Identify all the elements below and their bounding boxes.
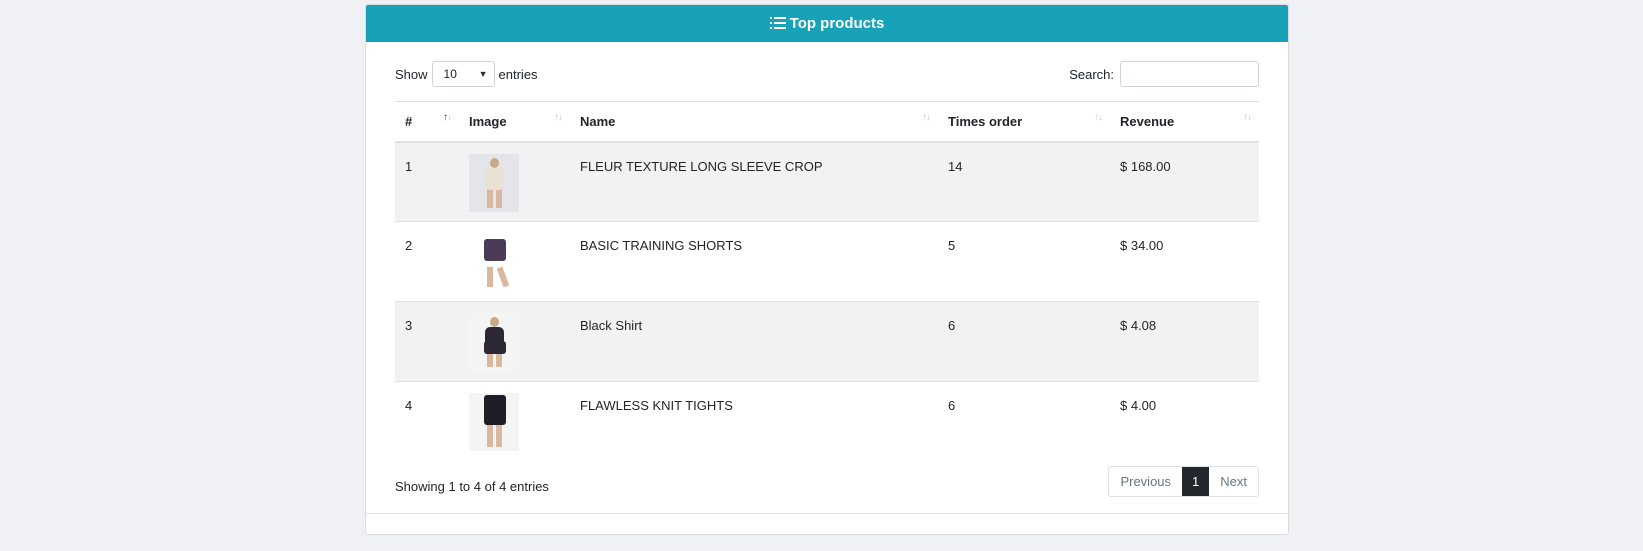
- cell-revenue: $ 4.08: [1110, 301, 1259, 382]
- cell-name: Black Shirt: [570, 301, 938, 382]
- show-label: Show: [395, 66, 428, 82]
- product-image: [469, 233, 519, 291]
- table-header-row: # ↑↓ Image ↑↓ Name ↑↓ Times order ↑↓ Rev…: [395, 101, 1259, 143]
- cell-name: BASIC TRAINING SHORTS: [570, 221, 938, 302]
- cell-times-order: 5: [938, 221, 1110, 302]
- cell-number: 2: [395, 221, 459, 302]
- cell-times-order: 6: [938, 381, 1110, 462]
- search-input[interactable]: [1120, 61, 1259, 87]
- column-header-name[interactable]: Name ↑↓: [570, 101, 938, 143]
- top-products-card: Top products Show 10 ▼ entries Search: #…: [365, 4, 1289, 535]
- card-title: Top products: [789, 15, 885, 32]
- column-header-number[interactable]: # ↑↓: [395, 101, 459, 143]
- column-header-image[interactable]: Image ↑↓: [459, 101, 570, 143]
- sort-asc-icon: ↑↓: [443, 112, 452, 123]
- cell-revenue: $ 4.00: [1110, 381, 1259, 462]
- caret-down-icon: ▼: [478, 69, 488, 79]
- cell-revenue: $ 34.00: [1110, 221, 1259, 302]
- table-row: 3 Black Shirt 6 $ 4.08: [395, 301, 1259, 382]
- pagination: Previous 1 Next: [1108, 466, 1259, 497]
- cell-revenue: $ 168.00: [1110, 141, 1259, 222]
- cell-times-order: 6: [938, 301, 1110, 382]
- cell-name: FLEUR TEXTURE LONG SLEEVE CROP: [570, 141, 938, 222]
- table-info: Showing 1 to 4 of 4 entries: [395, 479, 549, 494]
- column-header-revenue[interactable]: Revenue ↑↓: [1110, 101, 1259, 143]
- sort-icon: ↑↓: [1094, 112, 1103, 123]
- cell-name: FLAWLESS KNIT TIGHTS: [570, 381, 938, 462]
- product-image: [469, 313, 519, 371]
- column-header-times-order[interactable]: Times order ↑↓: [938, 101, 1110, 143]
- next-page-button[interactable]: Next: [1209, 467, 1258, 496]
- cell-times-order: 14: [938, 141, 1110, 222]
- cell-number: 4: [395, 381, 459, 462]
- sort-icon: ↑↓: [554, 112, 563, 123]
- search-control: Search:: [1069, 61, 1259, 87]
- product-image: [469, 153, 519, 212]
- table-row: 1 FLEUR TEXTURE LONG SLEEVE CROP 14 $ 16…: [395, 141, 1259, 222]
- card-header: Top products: [366, 5, 1288, 42]
- products-table: # ↑↓ Image ↑↓ Name ↑↓ Times order ↑↓ Rev…: [395, 101, 1259, 462]
- card-footer-divider: [366, 513, 1288, 514]
- cell-number: 3: [395, 301, 459, 382]
- search-label: Search:: [1069, 66, 1114, 82]
- entries-label: entries: [498, 66, 538, 82]
- page-1-button[interactable]: 1: [1182, 467, 1210, 496]
- table-row: 2 BASIC TRAINING SHORTS 5 $ 34.00: [395, 221, 1259, 302]
- entries-length-control: Show 10 ▼ entries: [395, 61, 538, 87]
- table-row: 4 FLAWLESS KNIT TIGHTS 6 $ 4.00: [395, 381, 1259, 462]
- table-controls: Show 10 ▼ entries Search:: [395, 59, 1259, 89]
- entries-select[interactable]: 10 ▼: [431, 61, 495, 87]
- previous-page-button[interactable]: Previous: [1109, 467, 1182, 496]
- entries-select-value: 10: [443, 67, 457, 81]
- cell-number: 1: [395, 141, 459, 222]
- list-ol-icon: [769, 17, 786, 29]
- sort-icon: ↑↓: [922, 112, 931, 123]
- sort-icon: ↑↓: [1243, 112, 1252, 123]
- product-image: [469, 393, 519, 451]
